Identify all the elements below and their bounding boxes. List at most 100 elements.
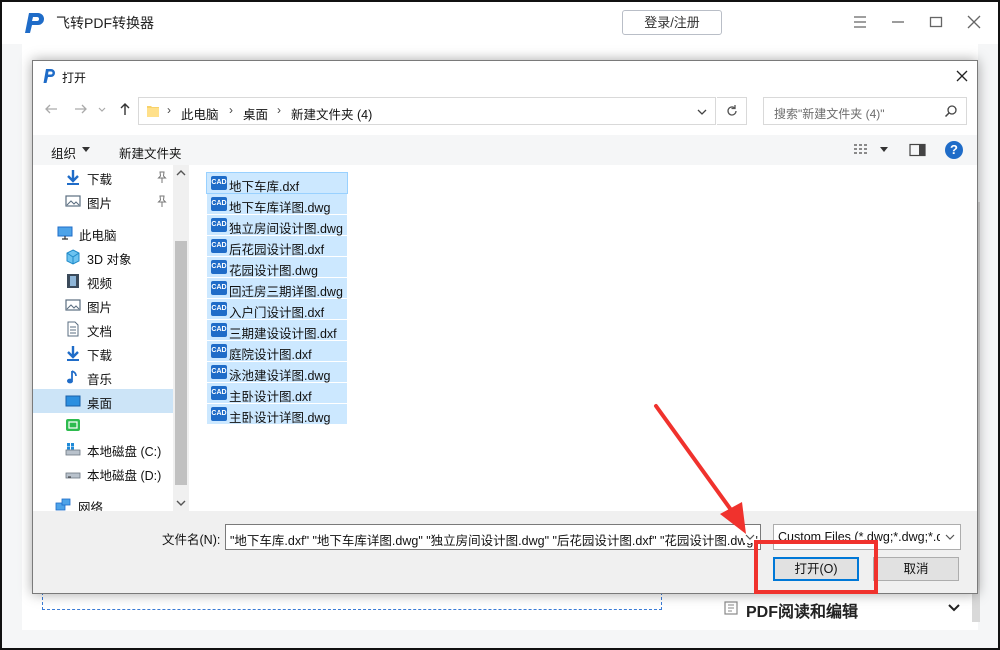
nav-item-desktop[interactable]: 桌面 xyxy=(33,389,173,413)
file-item[interactable]: CAD 入户门设计图.dxf xyxy=(207,299,347,320)
pin-icon[interactable] xyxy=(157,171,167,183)
app-title-bar: 飞转PDF转换器 登录/注册 xyxy=(2,2,998,44)
close-icon[interactable] xyxy=(953,67,971,85)
cad-file-icon: CAD xyxy=(211,281,227,295)
recent-locations-chevron-icon[interactable] xyxy=(97,101,107,117)
dialog-title-bar: 打开 xyxy=(33,61,977,91)
nav-item-label: 此电脑 xyxy=(79,229,117,243)
caret-down-icon[interactable] xyxy=(82,147,90,153)
nav-item-3d-objects[interactable]: 3D 对象 xyxy=(33,245,173,269)
nav-item-downloads-quick[interactable]: 下载 xyxy=(33,165,173,189)
search-icon[interactable] xyxy=(944,104,958,118)
nav-item-music[interactable]: 音乐 xyxy=(33,365,173,389)
pictures-icon xyxy=(65,195,81,207)
scroll-up-icon[interactable] xyxy=(176,169,186,177)
nav-item-label: 文档 xyxy=(87,325,113,339)
help-button[interactable]: ? xyxy=(945,141,963,159)
file-item[interactable]: CAD 地下车库详图.dwg xyxy=(207,194,347,215)
document-icon xyxy=(724,601,738,615)
file-item[interactable]: CAD 泳池建设详图.dwg xyxy=(207,362,347,383)
file-item[interactable]: CAD 地下车库.dxf xyxy=(206,172,348,194)
nav-item-label: 图片 xyxy=(87,301,113,315)
file-item[interactable]: CAD 三期建设设计图.dxf xyxy=(207,320,347,341)
chevron-down-icon[interactable] xyxy=(940,526,960,548)
file-name: 独立房间设计图.dwg xyxy=(229,222,343,236)
file-item[interactable]: CAD 独立房间设计图.dwg xyxy=(207,215,347,236)
file-item[interactable]: CAD 主卧设计图.dxf xyxy=(207,383,347,404)
chevron-down-icon[interactable] xyxy=(695,105,709,119)
pdf-edit-label: PDF阅读和编辑 xyxy=(746,604,859,621)
drive-icon xyxy=(65,472,81,479)
app-title: 飞转PDF转换器 xyxy=(56,15,154,31)
up-arrow-icon[interactable] xyxy=(117,101,133,117)
file-item[interactable]: CAD 花园设计图.dwg xyxy=(207,257,347,278)
minimize-icon[interactable] xyxy=(886,10,910,34)
file-list-pane: CAD 地下车库.dxf CAD 地下车库详图.dwg CAD 独立房间设计图.… xyxy=(191,165,977,511)
maximize-icon[interactable] xyxy=(924,10,948,34)
caret-down-icon[interactable] xyxy=(880,147,888,153)
breadcrumb-desktop[interactable]: 桌面 xyxy=(243,104,268,123)
cad-file-icon: CAD xyxy=(211,407,227,421)
windows-drive-icon xyxy=(65,443,81,456)
music-note-icon xyxy=(67,370,77,384)
cad-file-icon: CAD xyxy=(211,323,227,337)
file-name: 三期建设设计图.dxf xyxy=(229,327,337,341)
breadcrumb-new-folder[interactable]: 新建文件夹 (4) xyxy=(291,104,372,123)
download-arrow-icon xyxy=(67,170,79,185)
folder-icon xyxy=(147,106,159,117)
breadcrumb-separator: › xyxy=(167,103,171,117)
nav-item-downloads[interactable]: 下载 xyxy=(33,341,173,365)
file-item[interactable]: CAD 主卧设计详图.dwg xyxy=(207,404,347,425)
close-icon[interactable] xyxy=(962,10,986,34)
file-name: 庭院设计图.dxf xyxy=(229,348,312,362)
login-register-button[interactable]: 登录/注册 xyxy=(622,10,722,35)
nav-item-label: 下载 xyxy=(87,173,113,187)
new-folder-button[interactable]: 新建文件夹 xyxy=(119,143,182,162)
nav-item-videos[interactable]: 视频 xyxy=(33,269,173,293)
computer-icon xyxy=(57,226,73,240)
hamburger-icon[interactable] xyxy=(848,10,872,34)
nav-item-pictures[interactable]: 图片 xyxy=(33,293,173,317)
nav-item-this-pc[interactable]: 此电脑 xyxy=(33,221,173,245)
address-bar[interactable]: › 此电脑 › 桌面 › 新建文件夹 (4) xyxy=(138,97,716,125)
organize-menu[interactable]: 组织 xyxy=(51,143,76,162)
screenshot-frame: 飞转PDF转换器 登录/注册 PDF阅读和编辑 打开 › 此电脑 › 桌面 › … xyxy=(0,0,1000,650)
chevron-down-icon[interactable] xyxy=(946,600,962,616)
preview-pane-icon[interactable] xyxy=(909,143,926,157)
nav-item-documents[interactable]: 文档 xyxy=(33,317,173,341)
file-name: 地下车库.dxf xyxy=(229,180,300,194)
green-drive-icon xyxy=(66,419,80,431)
file-item[interactable]: CAD 庭院设计图.dxf xyxy=(207,341,347,362)
back-arrow-icon[interactable] xyxy=(43,101,59,117)
search-placeholder: 搜索"新建文件夹 (4)" xyxy=(774,107,885,121)
pictures-icon xyxy=(65,299,81,311)
download-arrow-icon xyxy=(67,346,79,361)
scrollbar-thumb[interactable] xyxy=(175,241,187,485)
nav-scrollbar[interactable] xyxy=(173,165,189,511)
scroll-down-icon[interactable] xyxy=(176,499,186,507)
nav-item-label: 本地磁盘 (D:) xyxy=(87,469,162,483)
search-input[interactable]: 搜索"新建文件夹 (4)" xyxy=(763,97,967,125)
nav-item-label: 图片 xyxy=(87,197,113,211)
nav-item-label: 音乐 xyxy=(87,373,113,387)
pdf-edit-section[interactable]: PDF阅读和编辑 xyxy=(702,592,972,624)
cad-file-icon: CAD xyxy=(211,302,227,316)
nav-item-pictures-quick[interactable]: 图片 xyxy=(33,189,173,213)
cad-file-icon: CAD xyxy=(211,386,227,400)
file-item[interactable]: CAD 回迁房三期详图.dwg xyxy=(207,278,347,299)
pin-icon[interactable] xyxy=(157,195,167,207)
refresh-button[interactable] xyxy=(717,97,747,125)
cancel-button[interactable]: 取消 xyxy=(873,557,959,581)
file-item[interactable]: CAD 后花园设计图.dxf xyxy=(207,236,347,257)
nav-item-green-drive[interactable] xyxy=(33,413,173,437)
3d-objects-icon xyxy=(66,249,80,265)
nav-item-drive-c[interactable]: 本地磁盘 (C:) xyxy=(33,437,173,461)
breadcrumb-this-pc[interactable]: 此电脑 xyxy=(181,104,219,123)
open-file-dialog: 打开 › 此电脑 › 桌面 › 新建文件夹 (4) 搜索"新建文件夹 (4)" … xyxy=(32,60,978,594)
desktop-icon xyxy=(65,395,81,407)
nav-item-drive-d[interactable]: 本地磁盘 (D:) xyxy=(33,461,173,485)
cad-file-icon: CAD xyxy=(211,365,227,379)
view-options-icon[interactable] xyxy=(853,143,869,157)
video-icon xyxy=(67,274,79,288)
forward-arrow-icon[interactable] xyxy=(73,101,89,117)
